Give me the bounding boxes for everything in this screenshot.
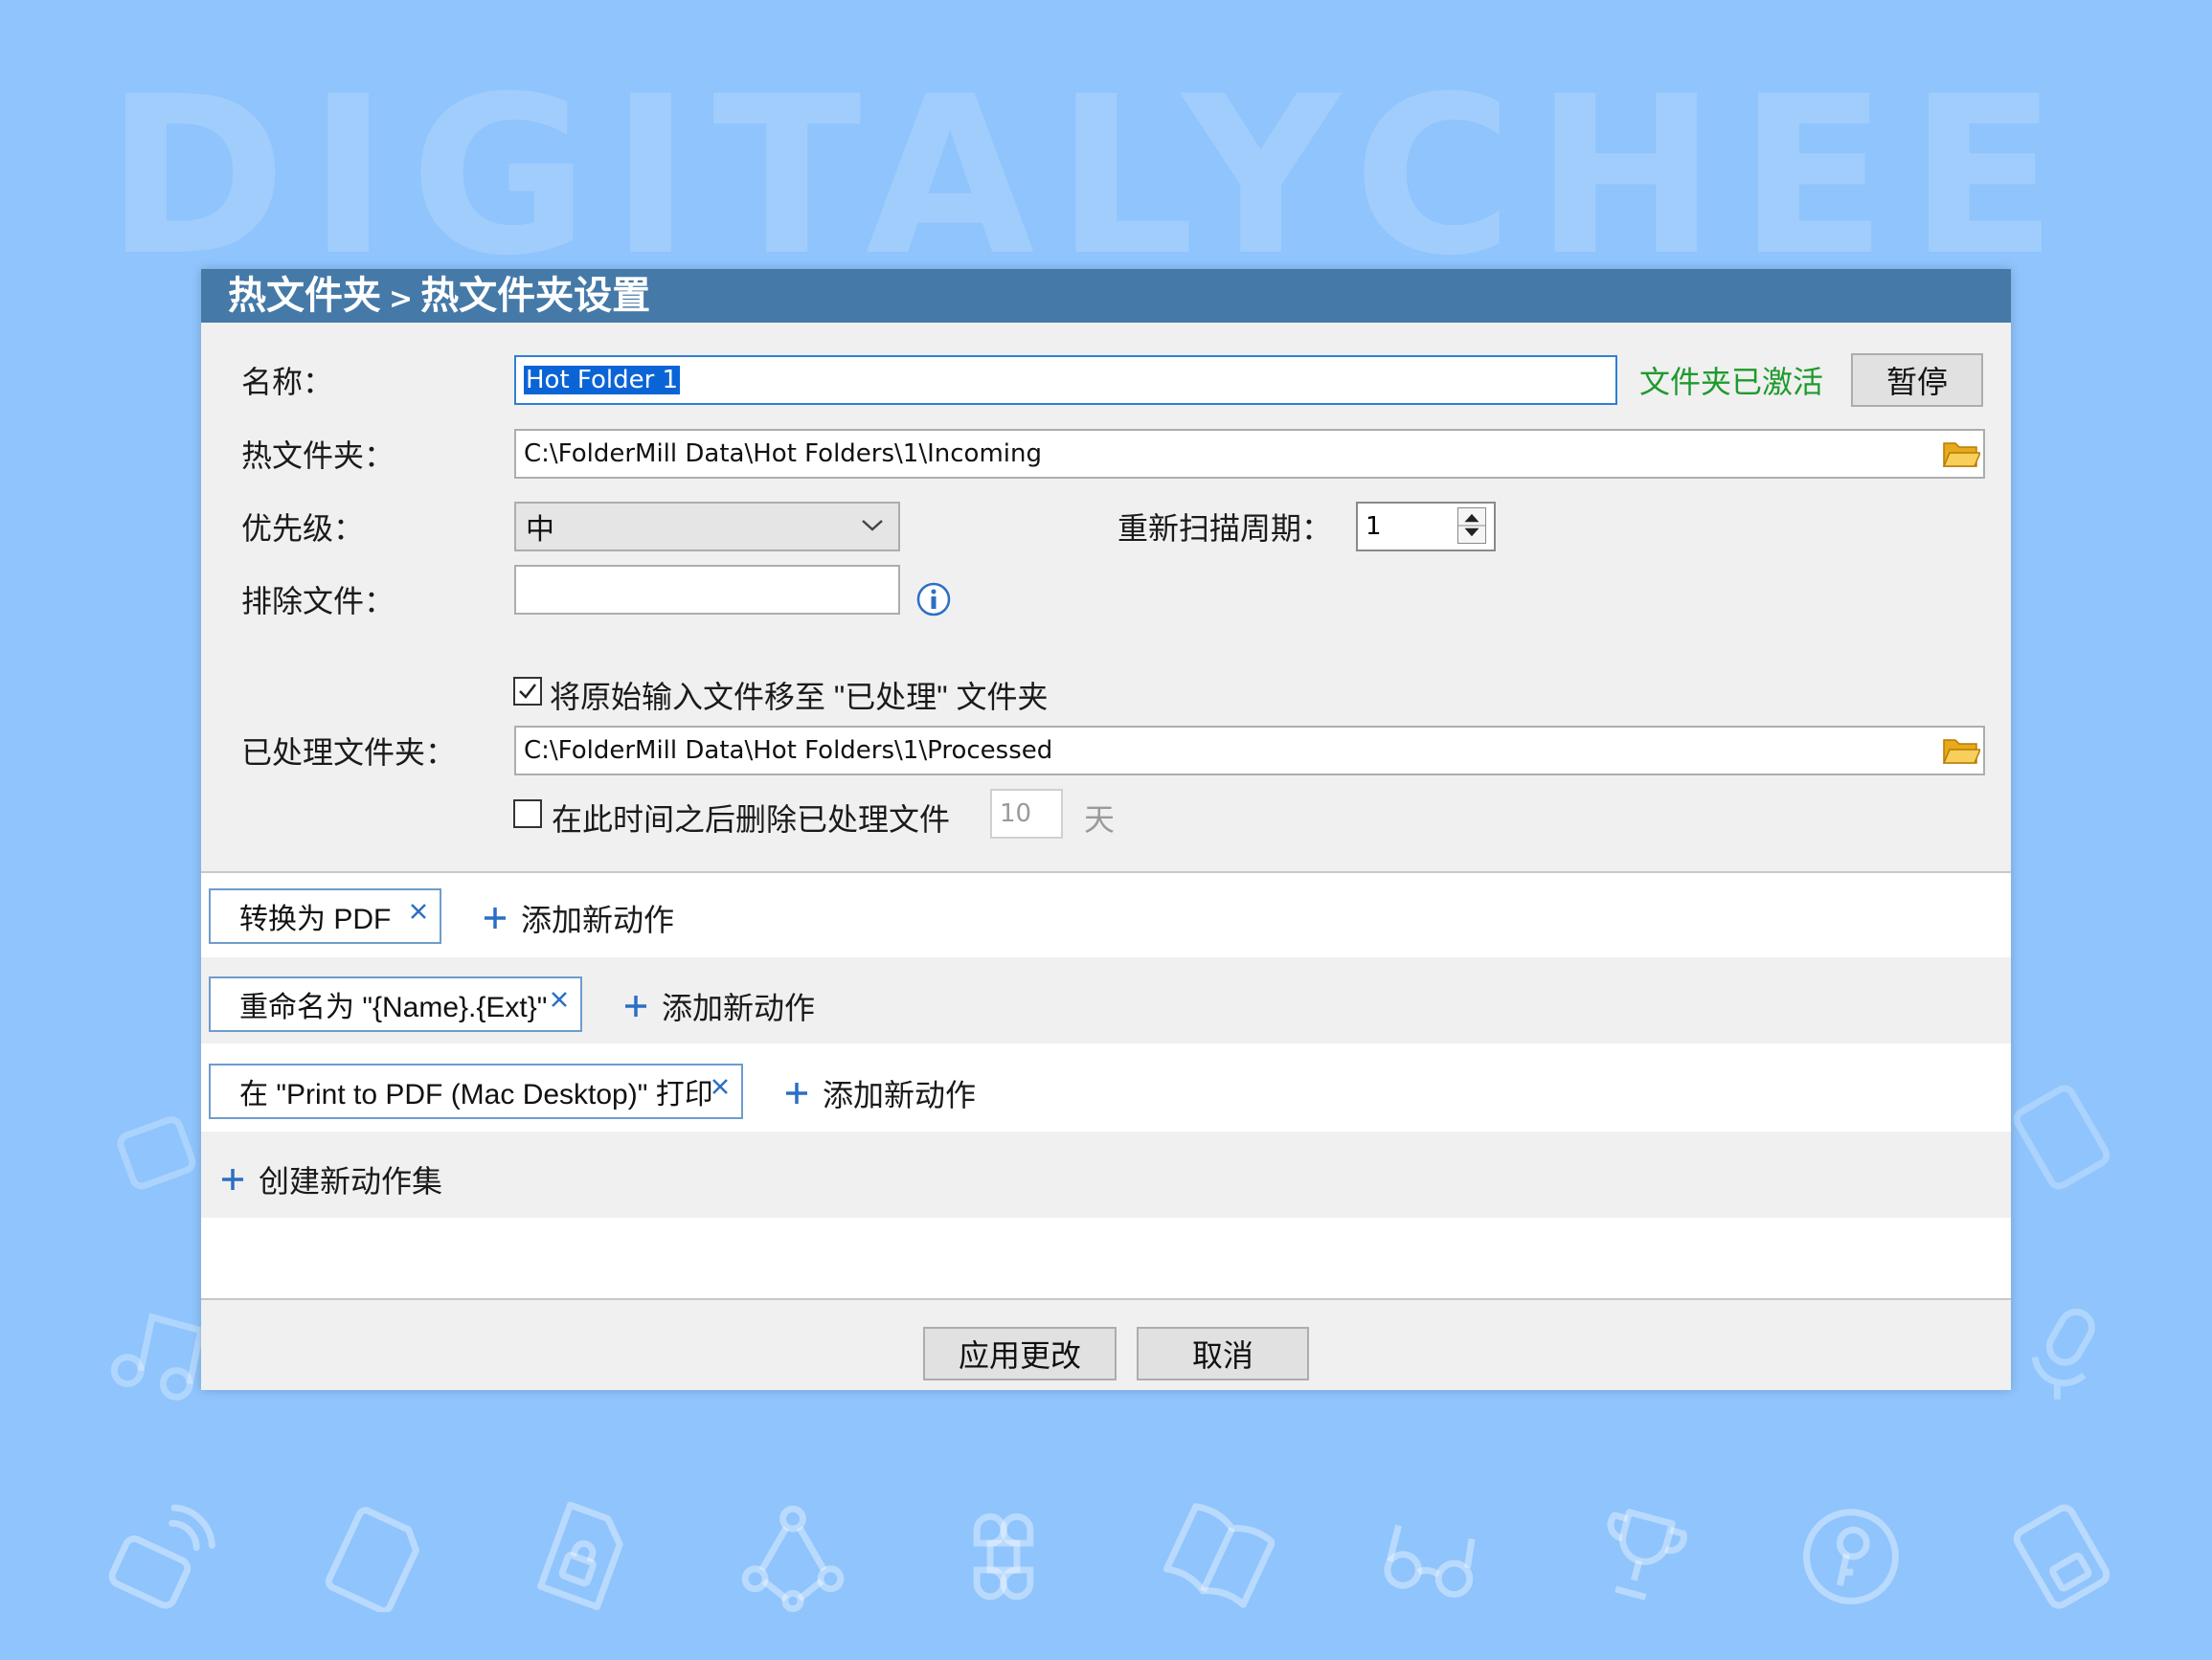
vector-path-icon — [737, 1501, 848, 1612]
info-icon[interactable] — [915, 581, 952, 617]
action-chip-label: 在 "Print to PDF (Mac Desktop)" 打印 — [239, 1079, 713, 1110]
add-action-label: 添加新动作 — [521, 903, 675, 937]
delete-after-days-value: 10 — [1000, 799, 1032, 828]
action-chip-print[interactable]: 在 "Print to PDF (Mac Desktop)" 打印 — [209, 1064, 743, 1119]
book-icon — [1162, 1501, 1276, 1612]
disk-icon — [2006, 1501, 2117, 1612]
hot-folder-settings-dialog: 热文件夹 > 热文件夹设置 名称： Hot Folder 1 文件夹已激活 暂停 热… — [201, 269, 2011, 1390]
close-icon[interactable] — [407, 900, 430, 923]
browse-folder-icon[interactable] — [1942, 734, 1982, 765]
name-label: 名称： — [241, 365, 334, 399]
action-chip-label: 重命名为 "{Name}.{Ext}" — [239, 992, 548, 1023]
add-action-button[interactable]: 添加新动作 — [623, 984, 815, 1028]
checkmark-icon — [519, 684, 536, 699]
create-action-set-row — [201, 1132, 2011, 1218]
name-input-value: Hot Folder 1 — [524, 366, 681, 394]
action-chip-label: 转换为 PDF — [239, 904, 392, 935]
add-action-button[interactable]: 添加新动作 — [483, 896, 674, 940]
sd-card-icon — [316, 1501, 427, 1614]
rescan-period-stepper[interactable]: 1 — [1356, 502, 1496, 551]
plus-icon — [625, 996, 646, 1017]
command-key-icon — [948, 1501, 1059, 1612]
action-row — [201, 873, 2011, 957]
create-action-set-label: 创建新动作集 — [259, 1164, 443, 1199]
priority-select[interactable]: 中 — [514, 502, 900, 551]
plus-icon — [786, 1083, 807, 1104]
title-breadcrumb: 热文件夹 > 热文件夹设置 — [201, 269, 2011, 323]
processed-folder-path-value: C:\FolderMill Data\Hot Folders\1\Process… — [524, 736, 1053, 765]
delete-after-days-input[interactable]: 10 — [990, 789, 1063, 839]
priority-select-value: 中 — [526, 514, 554, 546]
wifi-card-icon — [105, 1501, 216, 1612]
add-action-label: 添加新动作 — [662, 991, 816, 1025]
action-chip-convert-pdf[interactable]: 转换为 PDF — [209, 888, 441, 944]
music-note-icon — [105, 1297, 216, 1408]
footer-divider — [201, 1298, 2011, 1300]
rescan-period-value: 1 — [1366, 512, 1382, 541]
action-chip-rename[interactable]: 重命名为 "{Name}.{Ext}" — [209, 976, 582, 1032]
plus-icon — [222, 1169, 243, 1190]
hot-folder-path-input[interactable]: C:\FolderMill Data\Hot Folders\1\Incomin… — [514, 429, 1985, 479]
key-circle-icon — [1795, 1501, 1907, 1612]
delete-after-unit: 天 — [1084, 802, 1116, 837]
up-down-arrows-icon — [1458, 513, 1485, 537]
name-input[interactable]: Hot Folder 1 — [514, 355, 1617, 405]
exclude-files-label: 排除文件： — [241, 584, 395, 618]
breadcrumb-current: 热文件夹设置 — [420, 274, 651, 318]
cancel-button[interactable]: 取消 — [1137, 1327, 1309, 1380]
add-action-button[interactable]: 添加新动作 — [784, 1071, 976, 1115]
browse-folder-icon[interactable] — [1942, 437, 1982, 468]
processed-folder-path-input[interactable]: C:\FolderMill Data\Hot Folders\1\Process… — [514, 726, 1985, 775]
empty-area — [201, 1218, 2011, 1298]
breadcrumb-parent[interactable]: 热文件夹 — [228, 274, 381, 318]
move-processed-label[interactable]: 将原始输入文件移至 "已处理" 文件夹 — [550, 673, 1049, 717]
chevron-down-icon — [862, 520, 883, 531]
priority-label: 优先级： — [241, 511, 365, 546]
exclude-files-input[interactable] — [514, 565, 900, 615]
breadcrumb-separator: > — [389, 282, 414, 316]
move-processed-checkbox[interactable] — [513, 677, 542, 706]
trophy-icon — [1585, 1501, 1696, 1612]
close-icon[interactable] — [548, 988, 571, 1011]
folder-status-text: 文件夹已激活 — [1639, 365, 1824, 399]
glasses-icon — [1374, 1501, 1485, 1612]
hot-folder-label: 热文件夹： — [241, 438, 395, 473]
file-lock-icon — [527, 1501, 638, 1612]
close-icon[interactable] — [709, 1075, 732, 1098]
stepper-arrows[interactable] — [1457, 507, 1486, 544]
microphone-icon — [2006, 1297, 2117, 1408]
apply-changes-button[interactable]: 应用更改 — [923, 1327, 1117, 1380]
plus-icon — [485, 908, 506, 929]
delete-after-label[interactable]: 在此时间之后删除已处理文件 — [552, 796, 950, 840]
disk-icon — [2006, 1082, 2117, 1193]
delete-after-checkbox[interactable] — [513, 799, 542, 828]
pause-button[interactable]: 暂停 — [1851, 353, 1983, 407]
rescan-period-label: 重新扫描周期： — [1117, 511, 1333, 546]
watermark-text: DIGITALYCHEE — [105, 49, 2079, 303]
add-action-label: 添加新动作 — [823, 1078, 977, 1112]
processed-folder-label: 已处理文件夹： — [241, 735, 457, 770]
hot-folder-path-value: C:\FolderMill Data\Hot Folders\1\Incomin… — [524, 439, 1042, 468]
create-action-set-button[interactable]: 创建新动作集 — [220, 1157, 442, 1201]
lock-icon — [105, 1082, 216, 1193]
